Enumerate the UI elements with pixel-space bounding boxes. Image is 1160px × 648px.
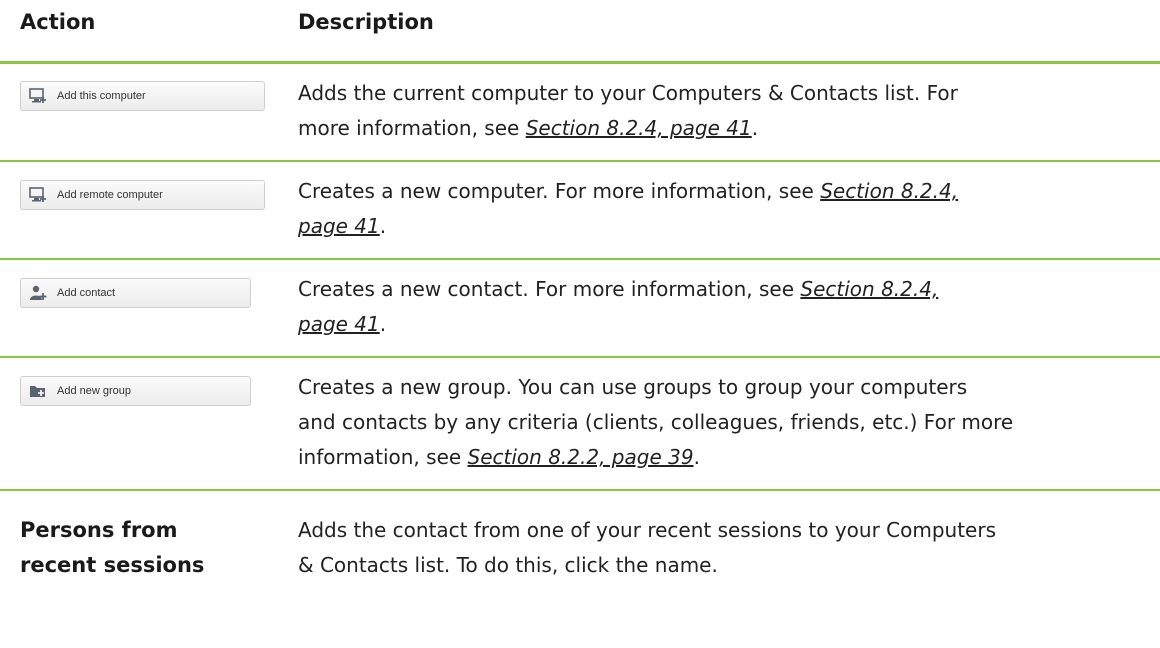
desc-text: Creates a new group. You can use groups … bbox=[298, 375, 968, 399]
section-link[interactable]: Section 8.2.4, bbox=[800, 277, 938, 301]
desc-text: Adds the current computer to your Comput… bbox=[298, 81, 958, 105]
add-contact-button[interactable]: Add contact bbox=[20, 278, 251, 308]
button-label: Add remote computer bbox=[57, 189, 163, 201]
desc-line: and contacts by any criteria (clients, c… bbox=[298, 405, 1148, 440]
desc-text: . bbox=[379, 214, 387, 238]
action-label: Persons from recent sessions bbox=[20, 513, 204, 583]
section-link[interactable]: page 41 bbox=[298, 312, 380, 336]
desc-line: Adds the contact from one of your recent… bbox=[298, 513, 1148, 548]
button-label: Add this computer bbox=[57, 90, 146, 102]
desc-text: and contacts by any criteria (clients, c… bbox=[298, 410, 1014, 434]
add-new-group-button[interactable]: Add new group bbox=[20, 376, 251, 406]
row-description: Creates a new computer. For more informa… bbox=[298, 174, 1148, 244]
desc-line: information, see Section 8.2.2, page 39. bbox=[298, 440, 1148, 475]
row-description: Creates a new group. You can use groups … bbox=[298, 370, 1148, 475]
table-row: Add this computer Adds the current compu… bbox=[0, 64, 1160, 162]
desc-line: Creates a new group. You can use groups … bbox=[298, 370, 1148, 405]
desc-line: Creates a new computer. For more informa… bbox=[298, 174, 1148, 209]
desc-text: . bbox=[751, 116, 759, 140]
desc-text: & Contacts list. To do this, click the n… bbox=[298, 553, 718, 577]
table-row: Add contact Creates a new contact. For m… bbox=[0, 260, 1160, 358]
desc-line: page 41. bbox=[298, 209, 1148, 244]
desc-text: . bbox=[379, 312, 387, 336]
desc-line: Creates a new contact. For more informat… bbox=[298, 272, 1148, 307]
table-row: Add new group Creates a new group. You c… bbox=[0, 358, 1160, 491]
desc-text: . bbox=[693, 445, 700, 469]
folder-add-icon bbox=[29, 383, 47, 399]
desc-line: page 41. bbox=[298, 307, 1148, 342]
desc-line: Adds the current computer to your Comput… bbox=[298, 76, 1148, 111]
computer-add-icon bbox=[29, 88, 47, 104]
desc-text: Creates a new contact. For more informat… bbox=[298, 277, 801, 301]
section-link[interactable]: Section 8.2.4, bbox=[820, 179, 958, 203]
table-row: Persons from recent sessions Adds the co… bbox=[0, 491, 1160, 648]
desc-line: & Contacts list. To do this, click the n… bbox=[298, 548, 1148, 583]
row-description: Adds the contact from one of your recent… bbox=[298, 513, 1148, 583]
action-line: recent sessions bbox=[20, 553, 205, 577]
contact-add-icon bbox=[29, 285, 47, 301]
action-line: Persons from bbox=[20, 518, 178, 542]
desc-line: more information, see Section 8.2.4, pag… bbox=[298, 111, 1148, 146]
header-description: Description bbox=[298, 10, 434, 34]
table-header: Action Description bbox=[0, 0, 1160, 64]
button-label: Add new group bbox=[57, 385, 131, 397]
desc-text: more information, see bbox=[298, 116, 526, 140]
desc-text: Creates a new computer. For more informa… bbox=[298, 179, 821, 203]
computer-add-icon bbox=[29, 187, 47, 203]
desc-text: information, see bbox=[298, 445, 468, 469]
row-description: Adds the current computer to your Comput… bbox=[298, 76, 1148, 146]
button-label: Add contact bbox=[57, 287, 116, 299]
desc-text: Adds the contact from one of your recent… bbox=[298, 518, 996, 542]
row-description: Creates a new contact. For more informat… bbox=[298, 272, 1148, 342]
section-link[interactable]: Section 8.2.2, page 39 bbox=[468, 445, 694, 469]
table-row: Add remote computer Creates a new comput… bbox=[0, 162, 1160, 260]
section-link[interactable]: page 41 bbox=[298, 214, 380, 238]
add-this-computer-button[interactable]: Add this computer bbox=[20, 81, 265, 111]
section-link[interactable]: Section 8.2.4, page 41 bbox=[526, 116, 752, 140]
header-action: Action bbox=[20, 10, 96, 34]
add-remote-computer-button[interactable]: Add remote computer bbox=[20, 180, 265, 210]
